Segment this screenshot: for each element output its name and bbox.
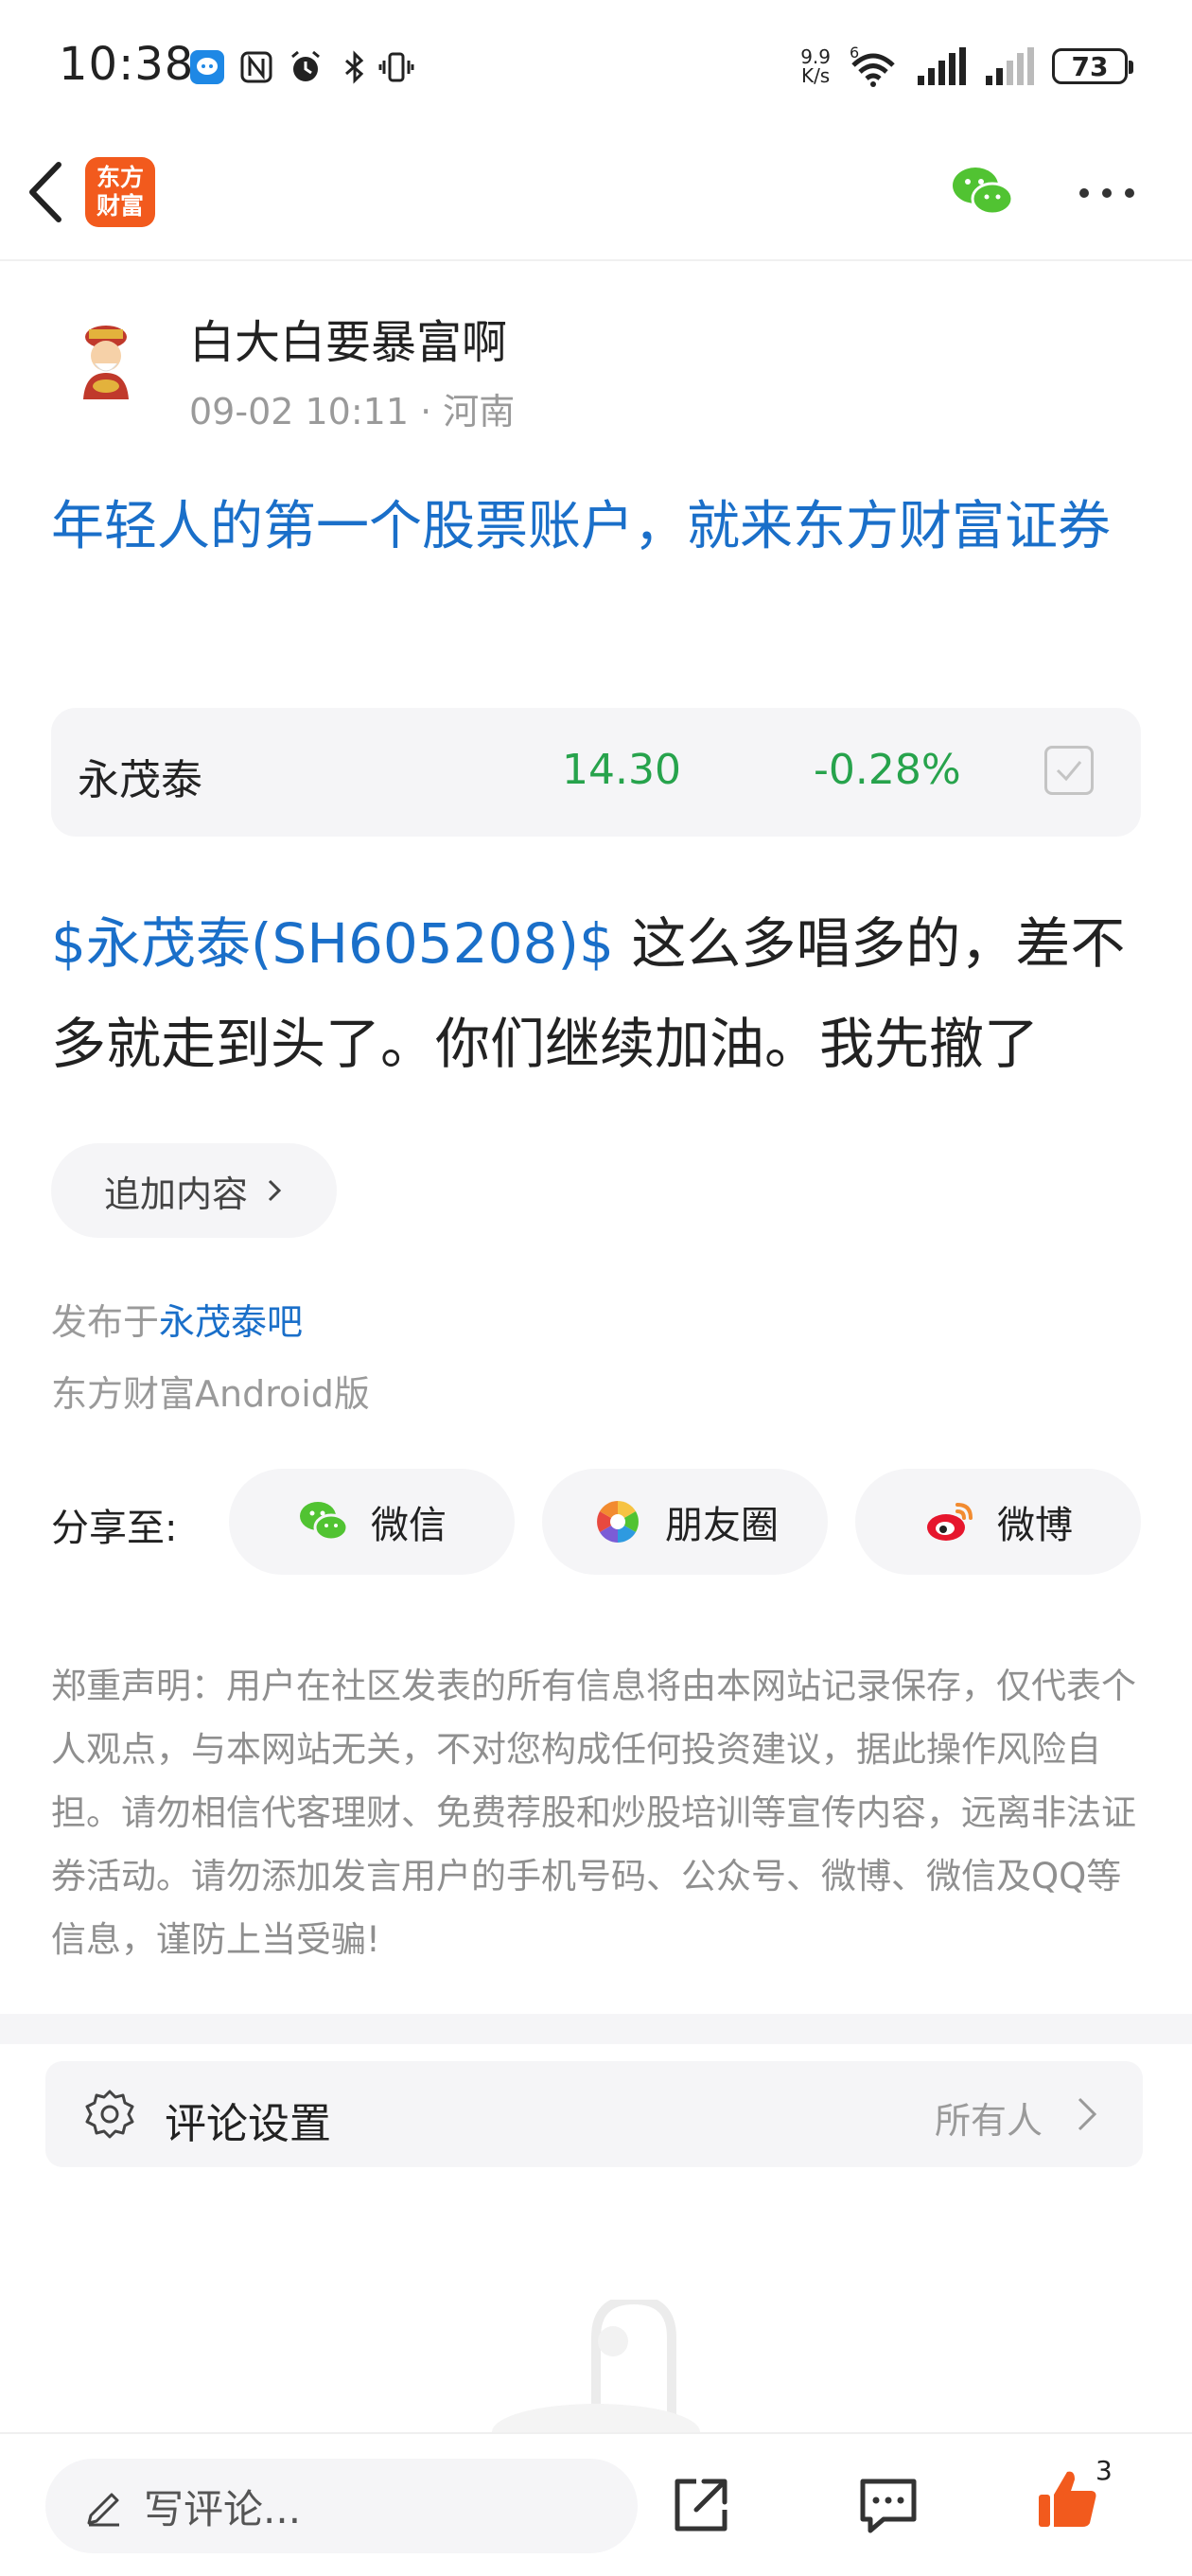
more-options-icon[interactable] [1077,185,1137,201]
vibrate-icon [378,52,414,82]
post-title: 年轻人的第一个股票账户，就来东方财富证券 [51,496,1111,557]
nav-divider [0,259,1192,261]
moments-icon [597,1501,639,1543]
status-right: 9.9 K/s 6 73 [800,42,1133,91]
bottom-action-bar: 写评论... 3 [0,2432,1192,2576]
chat-notification-icon [190,50,224,84]
gear-icon [85,2090,134,2139]
append-content-button[interactable]: 追加内容 [51,1143,337,1238]
comment-placeholder: 写评论... [144,2485,302,2532]
disclaimer: 郑重声明：用户在社区发表的所有信息将由本网站记录保存，仅代表个人观点，与本网站无… [51,1666,1136,1960]
wifi-icon: 6 [850,44,895,87]
signal-strength-2-icon [986,47,1034,85]
back-icon[interactable] [21,159,72,225]
share-weibo-button[interactable]: 微博 [855,1469,1141,1575]
author-name[interactable]: 白大白要暴富啊 [189,305,507,371]
stock-price: 14.30 [562,746,681,794]
comment-icon[interactable] [855,2472,921,2538]
share-label: 分享至: [51,1507,178,1550]
client-source: 东方财富Android版 [51,1373,370,1415]
stock-change: -0.28% [814,746,961,794]
add-watchlist-checkbox-icon[interactable] [1044,746,1094,795]
signal-strength-icon [918,47,966,85]
pencil-icon [87,2493,119,2527]
append-content-label: 追加内容 [103,1173,248,1215]
battery-indicator: 73 [1052,48,1133,84]
stock-card[interactable]: 永茂泰 14.30 -0.28% [51,708,1141,837]
share-icon[interactable] [668,2472,734,2538]
stock-tag-link[interactable]: $永茂泰(SH605208)$ [51,911,614,976]
chevron-right-icon [268,1179,282,1202]
chevron-right-icon [1078,2097,1097,2131]
wechat-icon [300,1502,349,1542]
nfc-icon [240,51,272,83]
wechat-share-icon[interactable] [950,163,1016,220]
post-body: $永茂泰(SH605208)$ 这么多唱多的，差不多就走到头了。你们继续加油。我… [51,893,1158,1094]
section-divider [0,2014,1192,2044]
comment-settings-value: 所有人 [935,2100,1043,2142]
like-icon[interactable] [1035,2466,1101,2532]
status-time: 10:38 [59,38,195,91]
comment-settings-label: 评论设置 [165,2100,331,2148]
comment-input[interactable]: 写评论... [45,2459,638,2553]
empty-comments-illustration [492,2300,700,2432]
weibo-icon [927,1503,973,1541]
post-meta: 09-02 10:11 · 河南 [189,391,516,432]
published-in: 发布于永茂泰吧 [51,1301,304,1343]
bluetooth-icon [345,50,364,84]
like-count: 3 [1096,2455,1113,2486]
share-moments-button[interactable]: 朋友圈 [542,1469,828,1575]
stock-name: 永茂泰 [78,756,202,804]
author-avatar[interactable] [61,316,151,407]
network-speed: 9.9 K/s [800,45,831,87]
share-wechat-button[interactable]: 微信 [229,1469,515,1575]
stock-bar-link[interactable]: 永茂泰吧 [159,1301,303,1343]
comment-settings-row[interactable]: 评论设置 所有人 [45,2061,1143,2167]
app-logo: 东方 财富 [85,157,155,227]
alarm-icon [291,50,320,81]
